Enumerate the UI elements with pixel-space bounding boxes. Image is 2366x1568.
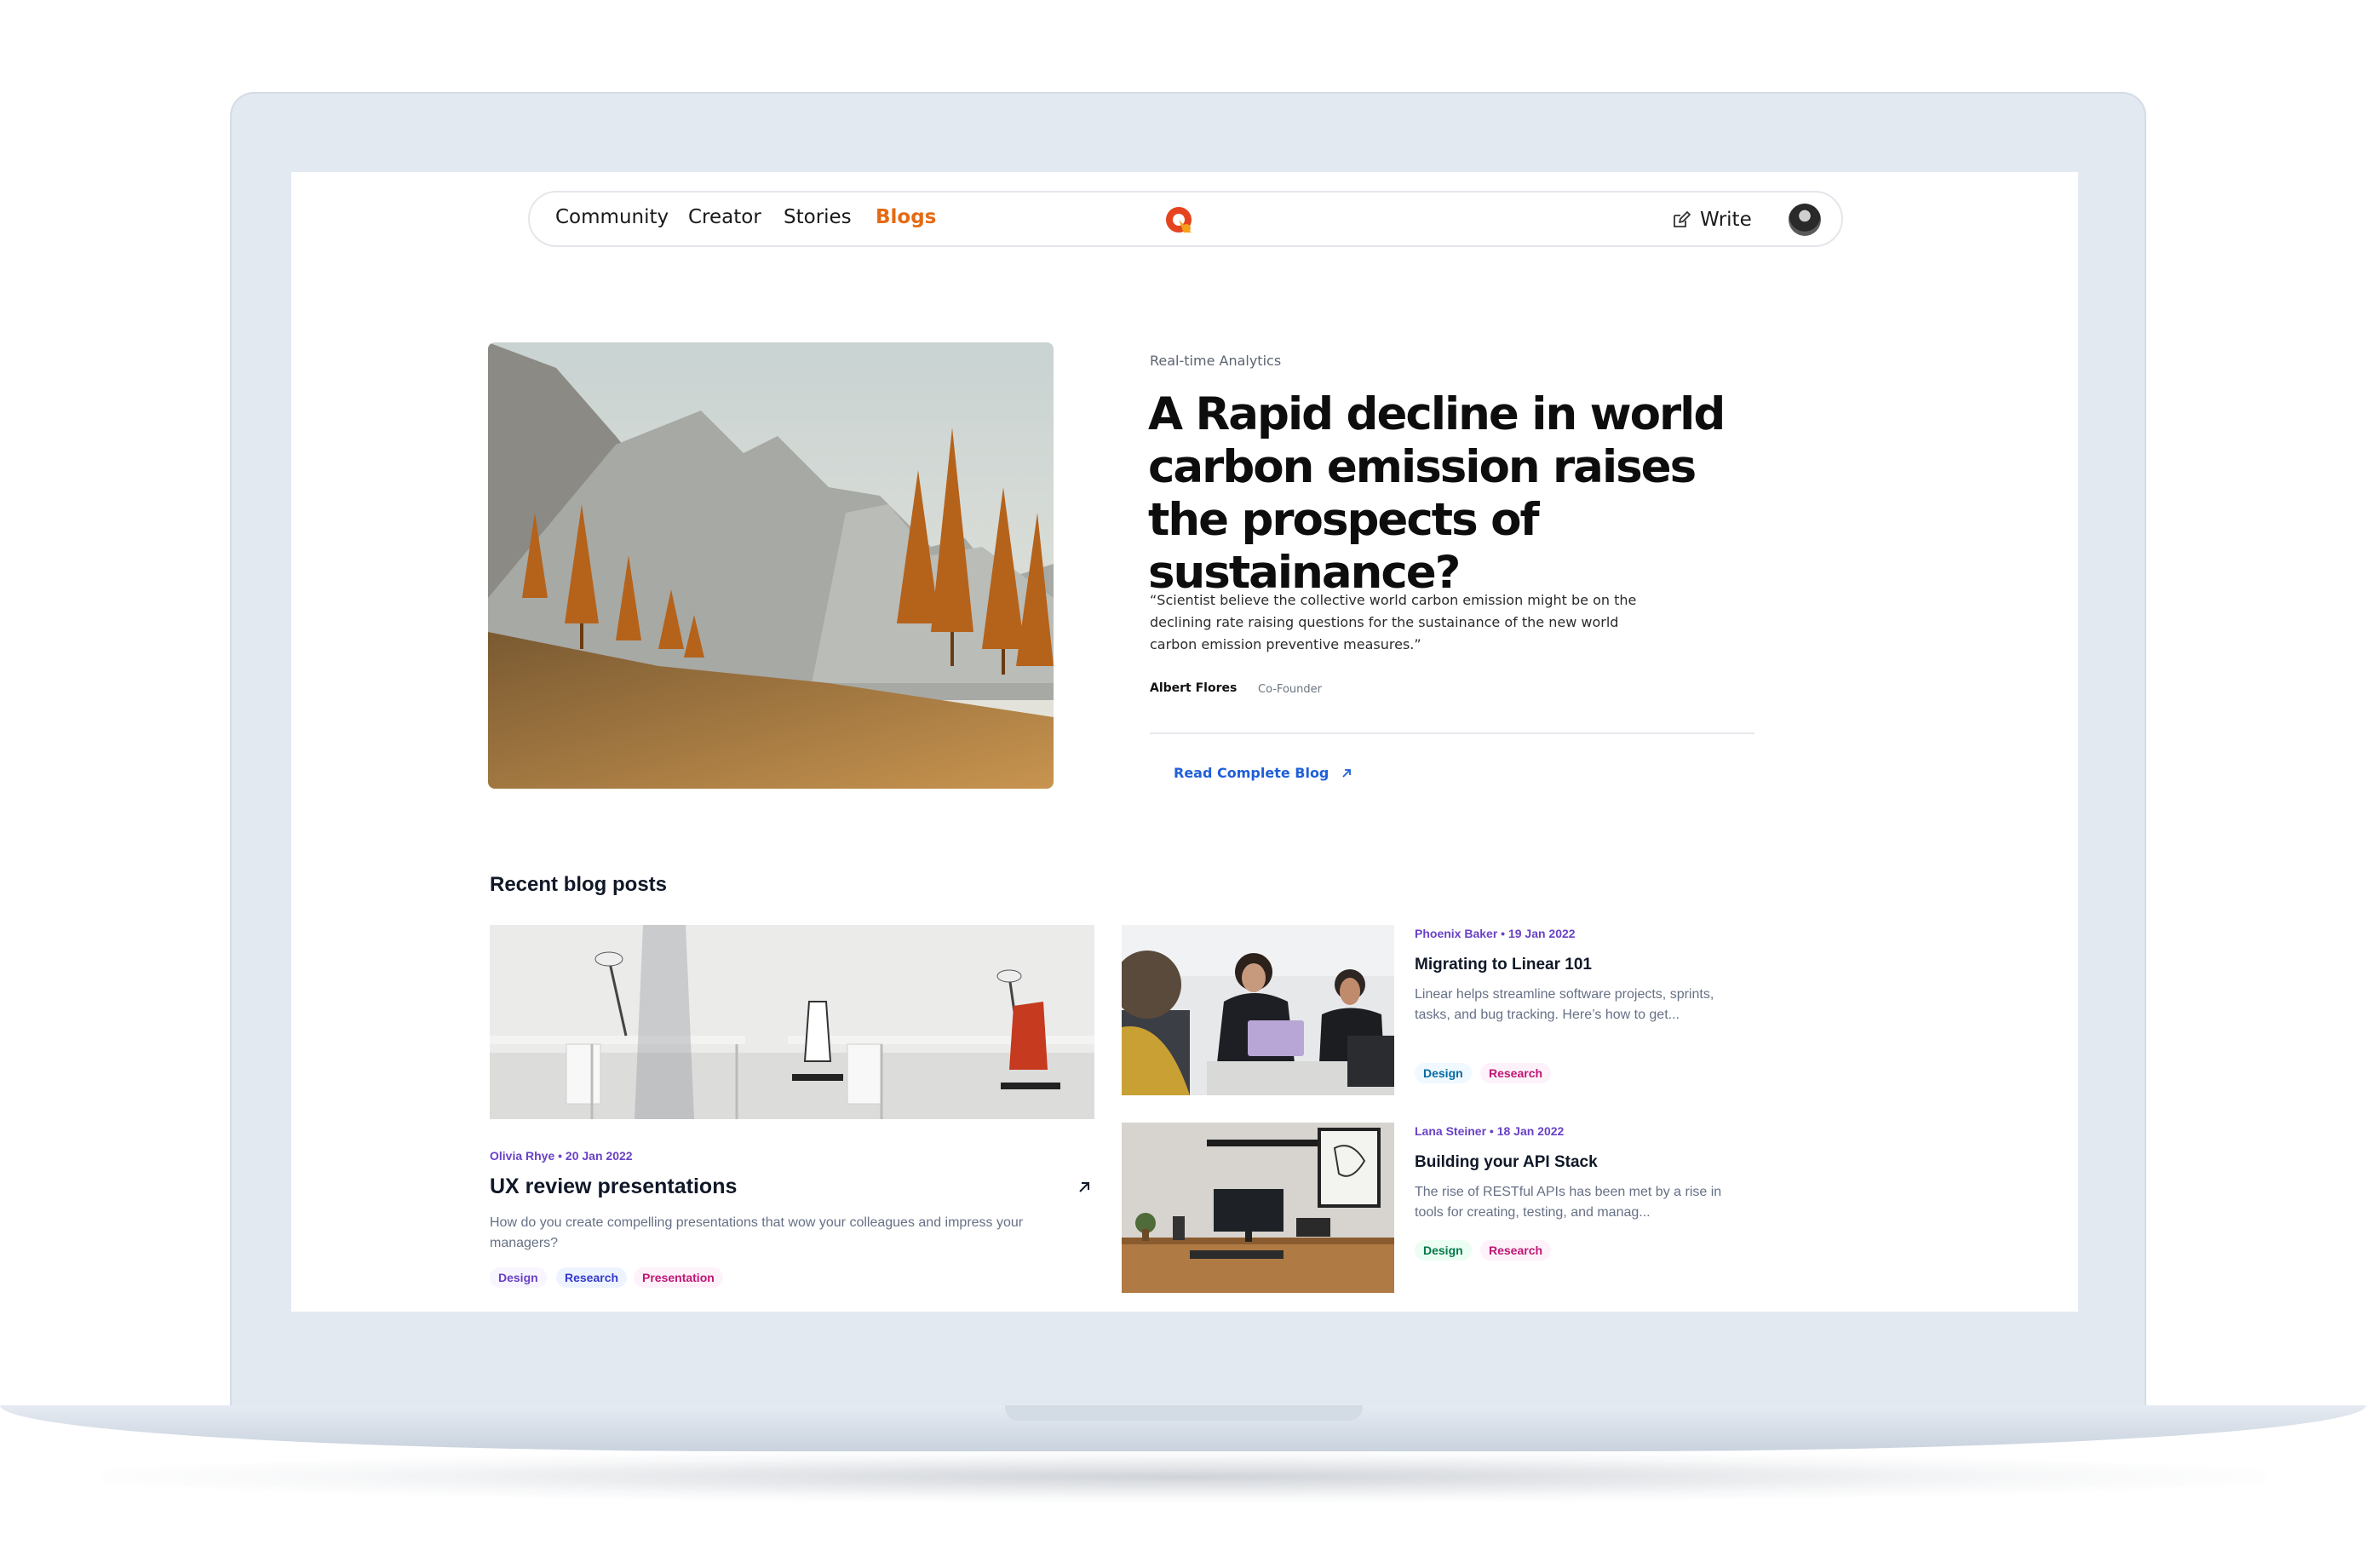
post-image-ux-review[interactable] [490,925,1094,1119]
laptop-shadow [102,1451,2266,1502]
tag-research[interactable]: Research [556,1267,628,1288]
arrow-up-right-icon[interactable] [1077,1180,1092,1195]
post-excerpt: Linear helps streamline software project… [1415,987,1714,1022]
edit-icon [1674,211,1691,227]
nav-link-blogs[interactable]: Blogs [876,206,936,228]
author-role: Co-Founder [1258,683,1323,696]
brand-logo-icon[interactable] [1163,204,1194,235]
user-avatar[interactable] [1789,204,1821,236]
author-name: Albert Flores [1150,681,1238,695]
hero-divider [1150,732,1754,734]
laptop-notch [1005,1405,1363,1421]
post-excerpt: How do you create compelling presentatio… [490,1215,1024,1250]
hero-category: Real-time Analytics [1150,353,1282,369]
tag-presentation[interactable]: Presentation [634,1267,723,1288]
post-meta: Phoenix Baker • 19 Jan 2022 [1415,927,1576,940]
post-meta: Olivia Rhye • 20 Jan 2022 [490,1149,633,1163]
write-button[interactable]: Write [1671,204,1752,235]
tag-design[interactable]: Design [1415,1240,1472,1261]
tag-design[interactable]: Design [1415,1063,1472,1083]
post-title[interactable]: UX review presentations [490,1175,737,1199]
read-complete-blog-label: Read Complete Blog [1174,765,1329,781]
hero-image [488,342,1054,789]
hero-title: A Rapid decline in world carbon emission… [1148,388,1726,599]
tag-research[interactable]: Research [1480,1063,1552,1083]
post-excerpt: The rise of RESTful APIs has been met by… [1415,1185,1722,1220]
nav-link-stories[interactable]: Stories [784,206,852,228]
top-navbar: Community Creator Stories Blogs Write [528,191,1843,247]
post-title[interactable]: Migrating to Linear 101 [1415,956,1592,974]
laptop-screen: Community Creator Stories Blogs Write Re… [291,172,2078,1312]
post-image-linear[interactable] [1122,925,1394,1095]
write-label: Write [1700,209,1752,231]
read-complete-blog-link[interactable]: Read Complete Blog [1174,765,1352,781]
post-meta: Lana Steiner • 18 Jan 2022 [1415,1124,1565,1138]
tag-design[interactable]: Design [490,1267,547,1288]
nav-link-community[interactable]: Community [555,206,669,228]
post-title[interactable]: Building your API Stack [1415,1153,1598,1172]
hero-quote: “Scientist believe the collective world … [1150,592,1637,652]
post-image-api-stack[interactable] [1122,1123,1394,1293]
arrow-up-right-icon [1342,768,1352,778]
tag-research[interactable]: Research [1480,1240,1552,1261]
recent-posts-heading: Recent blog posts [490,873,668,896]
nav-link-creator[interactable]: Creator [688,206,761,228]
